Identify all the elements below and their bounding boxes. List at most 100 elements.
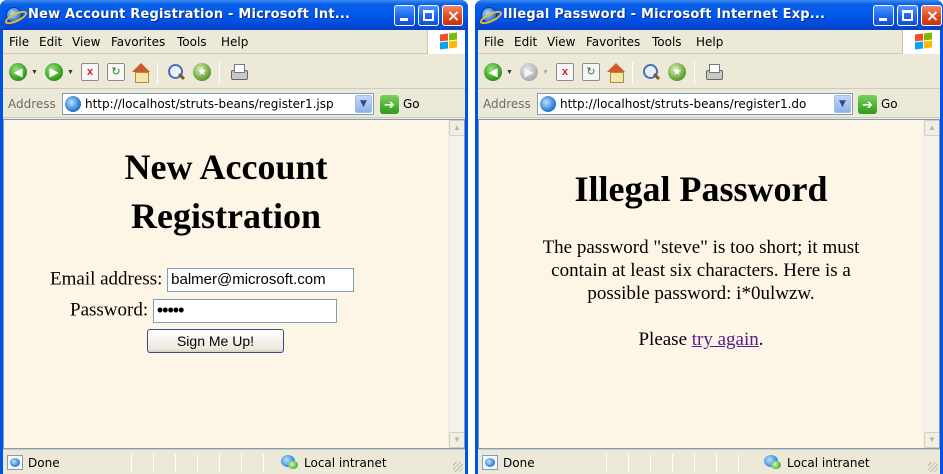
period-text: . <box>758 329 764 350</box>
browser-frame: File Edit View Favorites Tools Help ◀ ▼ … <box>478 30 940 474</box>
go-label[interactable]: Go <box>403 97 420 111</box>
address-label: Address <box>483 97 531 111</box>
menu-tools[interactable]: Tools <box>652 35 682 49</box>
stop-icon[interactable]: x <box>81 63 99 81</box>
forward-dropdown-icon[interactable]: ▼ <box>542 69 549 76</box>
page-icon <box>65 96 81 112</box>
maximize-icon <box>423 10 434 21</box>
window-title: Illegal Password - Microsoft Internet Ex… <box>503 7 826 22</box>
address-input[interactable]: http://localhost/struts-beans/register1.… <box>537 93 853 115</box>
maximize-button[interactable] <box>897 5 918 26</box>
favorites-icon[interactable]: ★ <box>668 63 686 81</box>
scroll-up-icon[interactable]: ▲ <box>924 120 939 136</box>
minimize-button[interactable] <box>394 5 415 26</box>
close-icon: × <box>925 6 940 25</box>
email-label: Email address: <box>50 268 163 290</box>
windows-flag-icon <box>427 30 465 54</box>
email-row: Email address: balmer@microsoft.com <box>50 268 355 292</box>
resize-grip[interactable] <box>928 462 938 472</box>
page-title-line1: New Account <box>124 147 328 187</box>
favorites-icon[interactable]: ★ <box>193 63 211 81</box>
menu-bar: File Edit View Favorites Tools Help <box>3 30 465 54</box>
page-viewport: Illegal Password The password "steve" is… <box>478 119 940 449</box>
back-icon[interactable]: ◀ <box>9 63 27 81</box>
sign-up-button[interactable]: Sign Me Up! <box>147 329 284 353</box>
status-bar: Done Local intranet <box>3 449 465 474</box>
email-field[interactable]: balmer@microsoft.com <box>167 268 355 292</box>
status-text: Done <box>28 456 60 470</box>
page-icon <box>540 96 556 112</box>
scroll-up-icon[interactable]: ▲ <box>449 120 464 136</box>
print-icon[interactable] <box>704 63 723 81</box>
address-input[interactable]: http://localhost/struts-beans/register1.… <box>62 93 374 115</box>
intranet-zone-icon <box>281 455 299 470</box>
vertical-scrollbar[interactable]: ▲ ▼ <box>923 120 939 448</box>
forward-icon[interactable]: ▶ <box>520 63 538 81</box>
browser-frame: File Edit View Favorites Tools Help ◀ ▼ … <box>3 30 465 474</box>
close-button[interactable]: × <box>921 5 942 26</box>
menu-edit[interactable]: Edit <box>514 35 537 49</box>
error-message-line2: contain at least six characters. Here is… <box>551 260 851 281</box>
refresh-icon[interactable]: ↻ <box>107 63 125 81</box>
chevron-down-icon[interactable]: ▼ <box>355 95 372 113</box>
maximize-button[interactable] <box>418 5 439 26</box>
scroll-down-icon[interactable]: ▼ <box>924 432 939 448</box>
address-bar: Address http://localhost/struts-beans/re… <box>478 90 940 118</box>
address-label: Address <box>8 97 56 111</box>
maximize-icon <box>902 10 913 21</box>
back-dropdown-icon[interactable]: ▼ <box>31 69 38 76</box>
go-arrow-icon[interactable]: ➔ <box>380 95 399 114</box>
toolbar: ◀ ▼ ▶ ▼ x ↻ ★ <box>3 55 465 89</box>
menu-favorites[interactable]: Favorites <box>586 35 640 49</box>
ie-logo-icon <box>481 7 497 23</box>
ie-logo-icon <box>6 7 22 23</box>
status-bar: Done Local intranet <box>478 449 940 474</box>
chevron-down-icon[interactable]: ▼ <box>834 95 851 113</box>
address-bar: Address http://localhost/struts-beans/re… <box>3 90 465 118</box>
print-icon[interactable] <box>229 63 248 81</box>
go-label[interactable]: Go <box>881 97 898 111</box>
intranet-zone-icon <box>764 455 782 470</box>
password-label: Password: <box>70 299 149 321</box>
close-button[interactable]: × <box>442 5 463 26</box>
page-title-line2: Registration <box>131 196 321 236</box>
refresh-icon[interactable]: ↻ <box>582 63 600 81</box>
forward-dropdown-icon[interactable]: ▼ <box>67 69 74 76</box>
try-again-link[interactable]: try again <box>692 329 759 350</box>
menu-help[interactable]: Help <box>696 35 723 49</box>
retry-paragraph: Please try again. <box>479 328 923 351</box>
vertical-scrollbar[interactable]: ▲ ▼ <box>448 120 464 448</box>
search-icon[interactable] <box>167 63 185 81</box>
menu-favorites[interactable]: Favorites <box>111 35 165 49</box>
error-message-line3: possible password: i*0ulwzw. <box>587 283 815 304</box>
error-message-line1: The password "steve" is too short; it mu… <box>542 237 860 258</box>
scroll-down-icon[interactable]: ▼ <box>449 432 464 448</box>
menu-file[interactable]: File <box>9 35 29 49</box>
menu-view[interactable]: View <box>72 35 100 49</box>
title-bar[interactable]: Illegal Password - Microsoft Internet Ex… <box>475 0 943 30</box>
toolbar: ◀ ▼ ▶ ▼ x ↻ ★ <box>478 55 940 89</box>
url-text: http://localhost/struts-beans/register1.… <box>560 97 807 111</box>
go-arrow-icon[interactable]: ➔ <box>858 95 877 114</box>
search-icon[interactable] <box>642 63 660 81</box>
menu-view[interactable]: View <box>547 35 575 49</box>
back-dropdown-icon[interactable]: ▼ <box>506 69 513 76</box>
password-row: Password: ••••• <box>70 299 337 323</box>
menu-file[interactable]: File <box>484 35 504 49</box>
resize-grip[interactable] <box>453 462 463 472</box>
menu-help[interactable]: Help <box>221 35 248 49</box>
stop-icon[interactable]: x <box>556 63 574 81</box>
menu-tools[interactable]: Tools <box>177 35 207 49</box>
password-field[interactable]: ••••• <box>152 299 337 323</box>
browser-window-illegal-password: Illegal Password - Microsoft Internet Ex… <box>475 0 943 474</box>
back-icon[interactable]: ◀ <box>484 63 502 81</box>
page-done-icon <box>7 455 23 470</box>
minimize-button[interactable] <box>873 5 894 26</box>
page-title: Illegal Password <box>574 169 828 209</box>
browser-window-registration: New Account Registration - Microsoft Int… <box>0 0 468 474</box>
close-icon: × <box>446 6 461 25</box>
title-bar[interactable]: New Account Registration - Microsoft Int… <box>0 0 468 30</box>
menu-edit[interactable]: Edit <box>39 35 62 49</box>
window-title: New Account Registration - Microsoft Int… <box>28 7 351 22</box>
forward-icon[interactable]: ▶ <box>45 63 63 81</box>
